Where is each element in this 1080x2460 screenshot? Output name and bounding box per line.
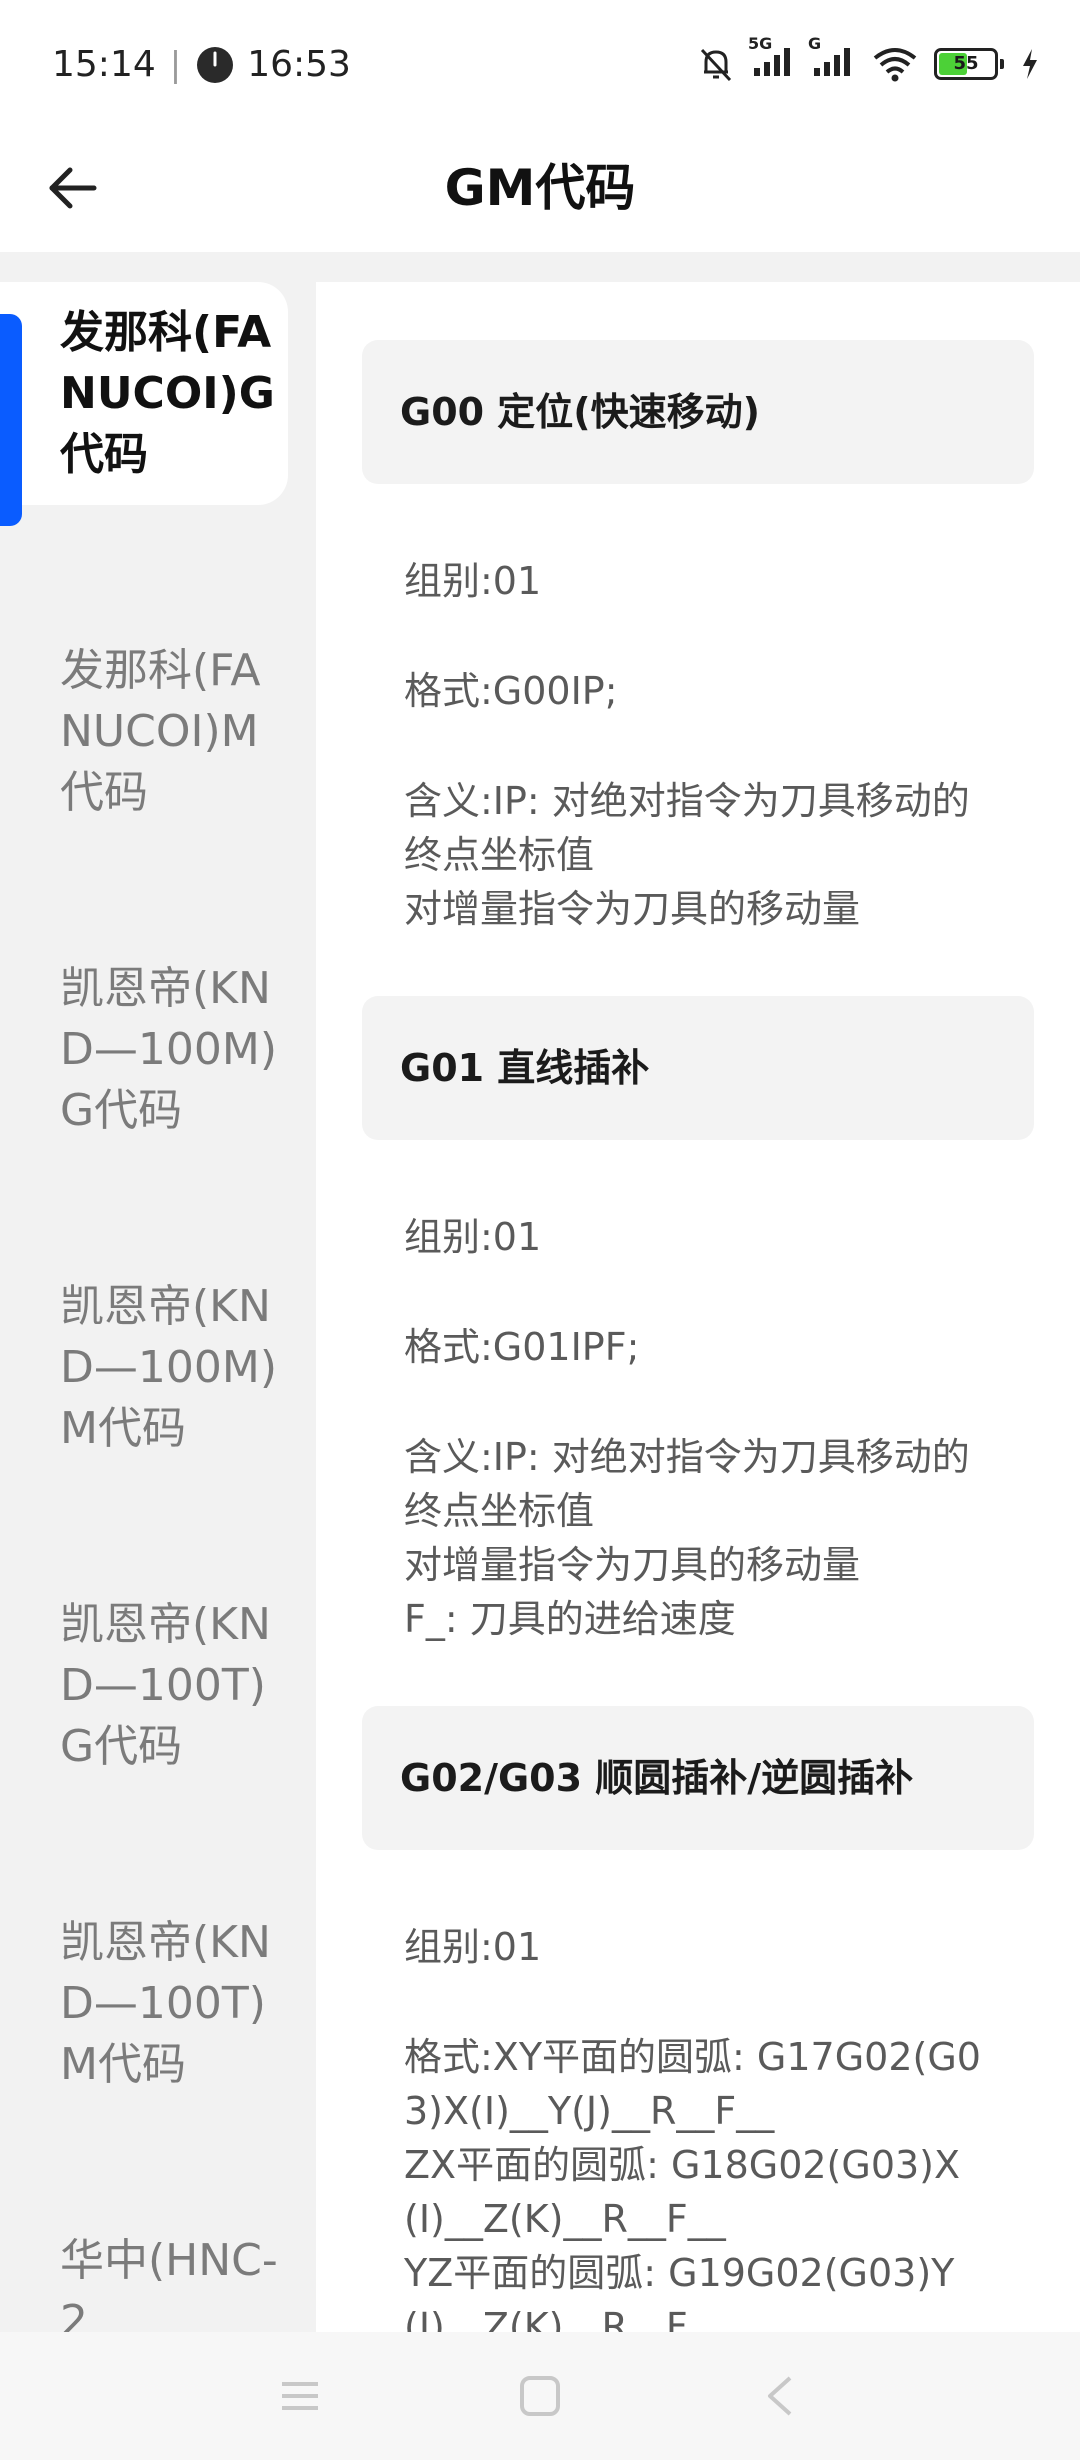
sidebar-item-knd100t-g[interactable]: 凯恩帝(KND—100T)G代码 [0, 1594, 288, 1777]
section-body-g02-g03: 组别:01 格式:XY平面的圆弧: G17G02(G03)X(I)__Y(J)_… [404, 1920, 994, 2332]
section-header-g02-g03[interactable]: G02/G03 顺圆插补/逆圆插补 [362, 1706, 1034, 1850]
meaning-text: 对增量指令为刀具的移动量 [404, 1543, 861, 1587]
battery-icon: 55 [934, 48, 998, 80]
meaning-text: 含义:IP: 对绝对指令为刀具移动的终点坐标值 [404, 1435, 970, 1533]
format-text: YZ平面的圆弧: G19G02(G03)Y(J)__Z(K)__R__F__ [404, 2251, 955, 2332]
mute-bell-icon [700, 48, 732, 82]
meaning-text: F_: 刀具的进给速度 [404, 1597, 736, 1641]
format-text: ZX平面的圆弧: G18G02(G03)X(I)__Z(K)__R__F__ [404, 2143, 961, 2241]
nav-home-button[interactable] [510, 2366, 570, 2426]
section-header-g00[interactable]: G00 定位(快速移动) [362, 340, 1034, 484]
sidebar-item-label: 凯恩帝(KND—100T)M代码 [60, 1917, 271, 2090]
charging-bolt-icon [1023, 49, 1037, 79]
signal-type-label: 5G [748, 34, 773, 53]
status-separator: | [169, 44, 182, 85]
nav-menu-button[interactable] [270, 2366, 330, 2426]
active-indicator [0, 314, 22, 526]
battery-indicator: 55 [934, 48, 1004, 80]
sidebar-item-label: 发那科(FANUCOI)M代码 [60, 645, 261, 818]
format-text: 格式:G01IPF; [404, 1325, 640, 1369]
clock-icon [197, 46, 234, 83]
page-title: GM代码 [444, 159, 636, 217]
format-text: 格式:XY平面的圆弧: G17G02(G03)X(I)__Y(J)__R__F_… [404, 2035, 981, 2133]
meaning-text: 含义:IP: 对绝对指令为刀具移动的终点坐标值 [404, 779, 970, 877]
cellular-signal-1: 5G [748, 34, 796, 82]
section-header-g01[interactable]: G01 直线插补 [362, 996, 1034, 1140]
sidebar-item-label: 华中(HNC-2 [60, 2235, 278, 2332]
sidebar-item-knd100m-m[interactable]: 凯恩帝(KND—100M)M代码 [0, 1276, 288, 1459]
sidebar-item-label: 凯恩帝(KND—100M)G代码 [60, 963, 277, 1136]
wifi-icon [873, 48, 917, 82]
system-nav-bar [0, 2332, 1080, 2460]
status-time-secondary: 16:53 [247, 44, 351, 85]
battery-cap [1000, 59, 1004, 69]
section-body-g00: 组别:01 格式:G00IP; 含义:IP: 对绝对指令为刀具移动的终点坐标值 … [404, 554, 994, 936]
group-text: 组别:01 [404, 1925, 542, 1969]
category-sidebar[interactable]: 发那科(FANUCOI)G代码 发那科(FANUCOI)M代码 凯恩帝(KND—… [0, 252, 316, 2332]
group-text: 组别:01 [404, 559, 542, 603]
sidebar-item-hnc[interactable]: 华中(HNC-2 [0, 2230, 288, 2332]
square-home-icon [520, 2376, 560, 2416]
sidebar-item-label: 凯恩帝(KND—100M)M代码 [60, 1281, 277, 1454]
app-bar: GM代码 [0, 130, 1080, 252]
status-bar-left: 15:14 | 16:53 [52, 44, 351, 85]
sidebar-item-knd100m-g[interactable]: 凯恩帝(KND—100M)G代码 [0, 958, 288, 1141]
code-content-list[interactable]: G00 定位(快速移动) 组别:01 格式:G00IP; 含义:IP: 对绝对指… [316, 282, 1080, 2332]
menu-icon [282, 2382, 318, 2410]
status-bar: 15:14 | 16:53 5G G 55 [0, 0, 1080, 130]
nav-back-button[interactable] [750, 2366, 810, 2426]
status-time: 15:14 [52, 44, 156, 85]
cellular-signal-2: G [808, 34, 856, 82]
main-body: 发那科(FANUCOI)G代码 发那科(FANUCOI)M代码 凯恩帝(KND—… [0, 252, 1080, 2332]
section-title: G01 直线插补 [400, 1046, 650, 1090]
sidebar-item-knd100t-m[interactable]: 凯恩帝(KND—100T)M代码 [0, 1912, 288, 2095]
sidebar-item-label: 发那科(FANUCOI)G代码 [60, 307, 275, 480]
group-text: 组别:01 [404, 1215, 542, 1259]
signal-type-label: G [808, 34, 822, 53]
meaning-text: 对增量指令为刀具的移动量 [404, 887, 861, 931]
sidebar-item-fanuc-m[interactable]: 发那科(FANUCOI)M代码 [0, 640, 288, 823]
section-title: G00 定位(快速移动) [400, 390, 761, 434]
sidebar-item-label: 凯恩帝(KND—100T)G代码 [60, 1599, 271, 1772]
format-text: 格式:G00IP; [404, 669, 618, 713]
section-body-g01: 组别:01 格式:G01IPF; 含义:IP: 对绝对指令为刀具移动的终点坐标值… [404, 1210, 994, 1646]
section-title: G02/G03 顺圆插补/逆圆插补 [400, 1756, 914, 1800]
battery-level: 55 [953, 53, 979, 74]
triangle-back-icon [768, 2376, 792, 2416]
status-bar-right: 5G G 55 [696, 34, 1040, 84]
sidebar-item-fanuc-g[interactable]: 发那科(FANUCOI)G代码 [0, 282, 288, 505]
